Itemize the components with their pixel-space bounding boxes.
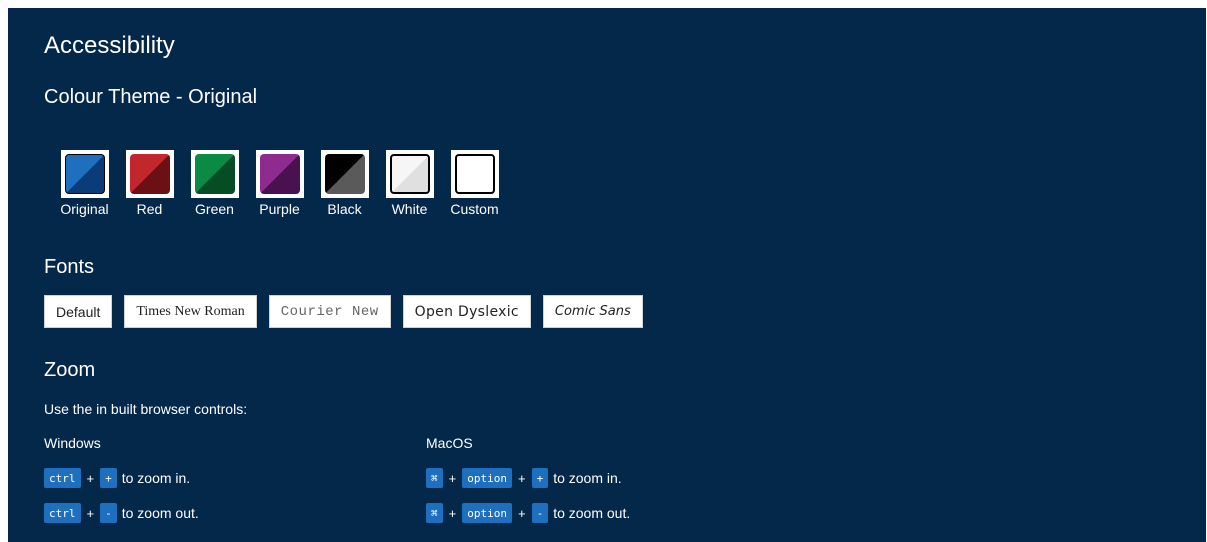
- plus-sign: +: [86, 470, 95, 486]
- font-comic-button[interactable]: Comic Sans: [542, 295, 643, 328]
- swatch-purple[interactable]: Purple: [247, 150, 312, 217]
- colour-theme-heading: Colour Theme - Original: [44, 86, 258, 108]
- plus-sign: +: [86, 505, 95, 521]
- zoom-in-text: to zoom in.: [553, 470, 622, 486]
- swatch-custom-color: [454, 154, 495, 194]
- swatch-black-color: [324, 154, 365, 194]
- ctrl-key: ctrl: [44, 503, 81, 523]
- swatch-label: Original: [60, 201, 109, 217]
- macos-label: MacOS: [426, 435, 473, 451]
- plus-sign: +: [517, 505, 526, 521]
- accessibility-panel: Accessibility Colour Theme - Original Or…: [8, 8, 1206, 542]
- swatch-original-box[interactable]: [60, 150, 109, 198]
- swatch-black-box[interactable]: [320, 150, 369, 198]
- swatch-green[interactable]: Green: [182, 150, 247, 217]
- swatch-black[interactable]: Black: [312, 150, 377, 217]
- swatch-custom-box[interactable]: [450, 150, 499, 198]
- swatch-custom[interactable]: Custom: [442, 150, 507, 217]
- command-key: ⌘: [426, 503, 443, 523]
- windows-zoom-out: ctrl + - to zoom out.: [44, 503, 199, 523]
- font-buttons: Default Times New Roman Courier New Open…: [44, 295, 655, 328]
- plus-sign: +: [448, 505, 457, 521]
- swatch-label: Custom: [450, 201, 499, 217]
- macos-zoom-in: ⌘ + option + + to zoom in.: [426, 468, 622, 488]
- swatch-original-color: [64, 154, 105, 194]
- option-key: option: [462, 468, 512, 488]
- font-times-button[interactable]: Times New Roman: [124, 295, 257, 328]
- swatch-label: Red: [136, 201, 163, 217]
- swatch-label: Purple: [259, 201, 300, 217]
- swatch-white-box[interactable]: [385, 150, 434, 198]
- zoom-description: Use the in built browser controls:: [44, 401, 248, 417]
- zoom-heading: Zoom: [44, 359, 96, 381]
- swatch-purple-box[interactable]: [255, 150, 304, 198]
- minus-key: -: [100, 503, 117, 523]
- macos-zoom-out: ⌘ + option + - to zoom out.: [426, 503, 630, 523]
- command-key: ⌘: [426, 468, 443, 488]
- page-title: Accessibility: [44, 32, 175, 59]
- zoom-out-text: to zoom out.: [553, 505, 631, 521]
- swatch-label: Green: [195, 201, 234, 217]
- swatch-white-color: [389, 154, 430, 194]
- font-default-button[interactable]: Default: [44, 295, 113, 328]
- windows-zoom-in: ctrl + + to zoom in.: [44, 468, 190, 488]
- plus-sign: +: [517, 470, 526, 486]
- swatch-label: Black: [327, 201, 362, 217]
- swatch-purple-color: [259, 154, 300, 194]
- plus-key: +: [531, 468, 549, 488]
- plus-key: +: [100, 468, 117, 488]
- swatch-green-box[interactable]: [190, 150, 239, 198]
- swatch-green-color: [194, 154, 235, 194]
- minus-key: -: [531, 503, 549, 523]
- zoom-in-text: to zoom in.: [121, 470, 191, 486]
- font-courier-button[interactable]: Courier New: [268, 295, 391, 328]
- fonts-heading: Fonts: [44, 256, 95, 278]
- font-dyslexic-button[interactable]: Open Dyslexic: [402, 295, 531, 328]
- theme-swatches: Original Red Green Purple Black White Cu…: [52, 150, 507, 217]
- option-key: option: [462, 503, 512, 523]
- swatch-original[interactable]: Original: [52, 150, 117, 217]
- swatch-red-color: [129, 154, 170, 194]
- swatch-red-box[interactable]: [125, 150, 174, 198]
- windows-label: Windows: [44, 435, 101, 451]
- zoom-out-text: to zoom out.: [121, 505, 199, 521]
- swatch-label: White: [391, 201, 428, 217]
- plus-sign: +: [448, 470, 457, 486]
- swatch-white[interactable]: White: [377, 150, 442, 217]
- swatch-red[interactable]: Red: [117, 150, 182, 217]
- ctrl-key: ctrl: [44, 468, 81, 488]
